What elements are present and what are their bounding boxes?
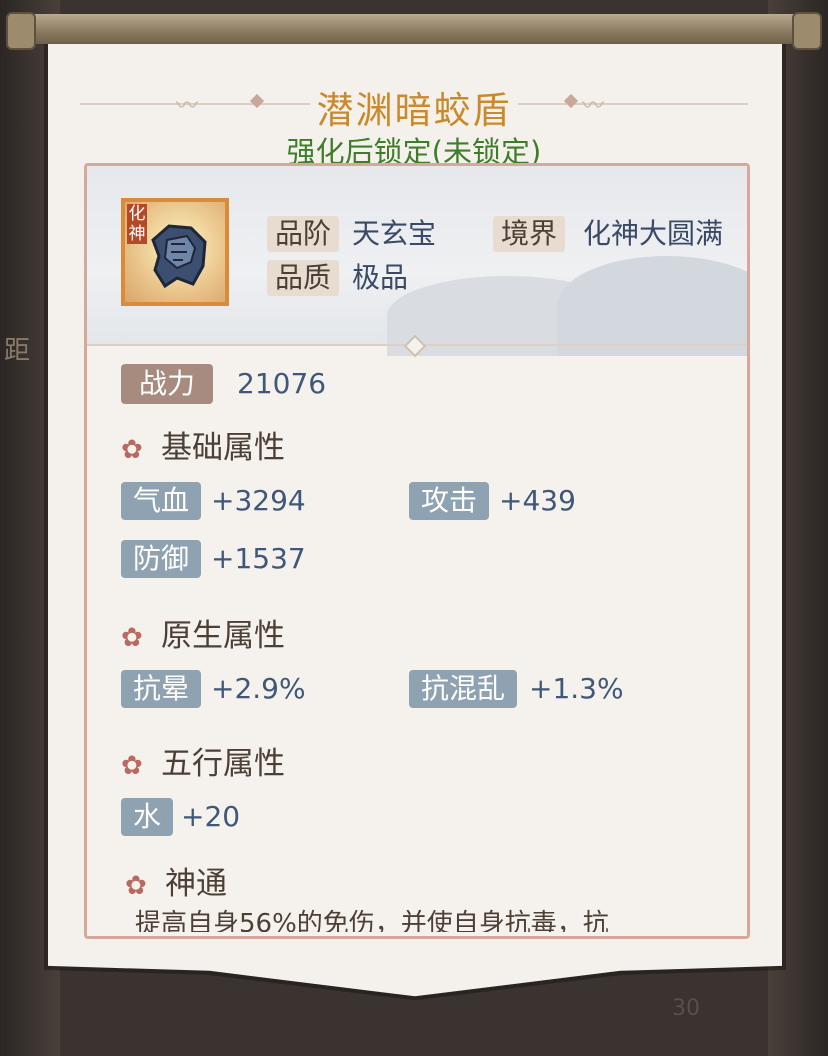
section-title: 神通	[165, 866, 227, 902]
flower-icon: ✿	[121, 751, 143, 781]
scroll-rod	[14, 14, 814, 44]
section-base-attributes: ✿ 基础属性	[121, 428, 285, 468]
realm-value: 化神大圆满	[583, 217, 724, 250]
flower-icon: ✿	[121, 435, 143, 465]
stat-label: 抗混乱	[409, 670, 518, 708]
scroll-rod-cap-right	[792, 12, 822, 50]
stat-value: +20	[181, 800, 241, 833]
section-title: 原生属性	[161, 618, 285, 654]
section-title: 基础属性	[161, 430, 285, 466]
item-realm-tag: 化神	[127, 204, 147, 244]
background-side-text: 距	[4, 336, 31, 366]
stat-value: +3294	[211, 484, 306, 517]
title-row: 〰 〰 潜渊暗蛟盾	[80, 78, 748, 132]
power-label: 战力	[121, 364, 213, 404]
stat-label: 抗晕	[121, 670, 202, 708]
grade-value: 天玄宝	[352, 217, 437, 250]
stat-value: +2.9%	[211, 672, 306, 705]
realm-label: 境界	[493, 216, 566, 252]
mountain-decoration	[557, 256, 747, 356]
item-icon[interactable]: 化神	[121, 198, 229, 306]
stat-value: +439	[499, 484, 576, 517]
stat-label: 水	[121, 798, 174, 836]
background-bottom-number: 30	[672, 996, 700, 1021]
section-skill: ✿ 神通	[125, 864, 227, 904]
item-detail-card: 化神 品阶 天玄宝 境界 化神大圆满 品质 极品 战力 21076 ✿ 基础属性 …	[84, 163, 750, 939]
shield-icon	[151, 224, 207, 289]
quality-label: 品质	[267, 260, 340, 296]
flower-icon: ✿	[121, 623, 143, 653]
section-element-attributes: ✿ 五行属性	[121, 744, 285, 784]
quality-value: 极品	[352, 261, 409, 294]
flower-icon: ✿	[125, 871, 147, 901]
power-value: 21076	[237, 367, 327, 400]
section-native-attributes: ✿ 原生属性	[121, 616, 285, 656]
skill-description: 提高自身56%的免伤，并使自身抗毒，抗	[135, 909, 609, 932]
stat-value: +1537	[211, 542, 306, 575]
stat-label: 气血	[121, 482, 202, 520]
section-title: 五行属性	[161, 746, 285, 782]
stat-value: +1.3%	[529, 672, 624, 705]
grade-label: 品阶	[267, 216, 340, 252]
item-name: 潜渊暗蛟盾	[316, 89, 512, 132]
scroll-rod-cap-left	[6, 12, 36, 50]
stat-label: 攻击	[409, 482, 490, 520]
stat-label: 防御	[121, 540, 202, 578]
